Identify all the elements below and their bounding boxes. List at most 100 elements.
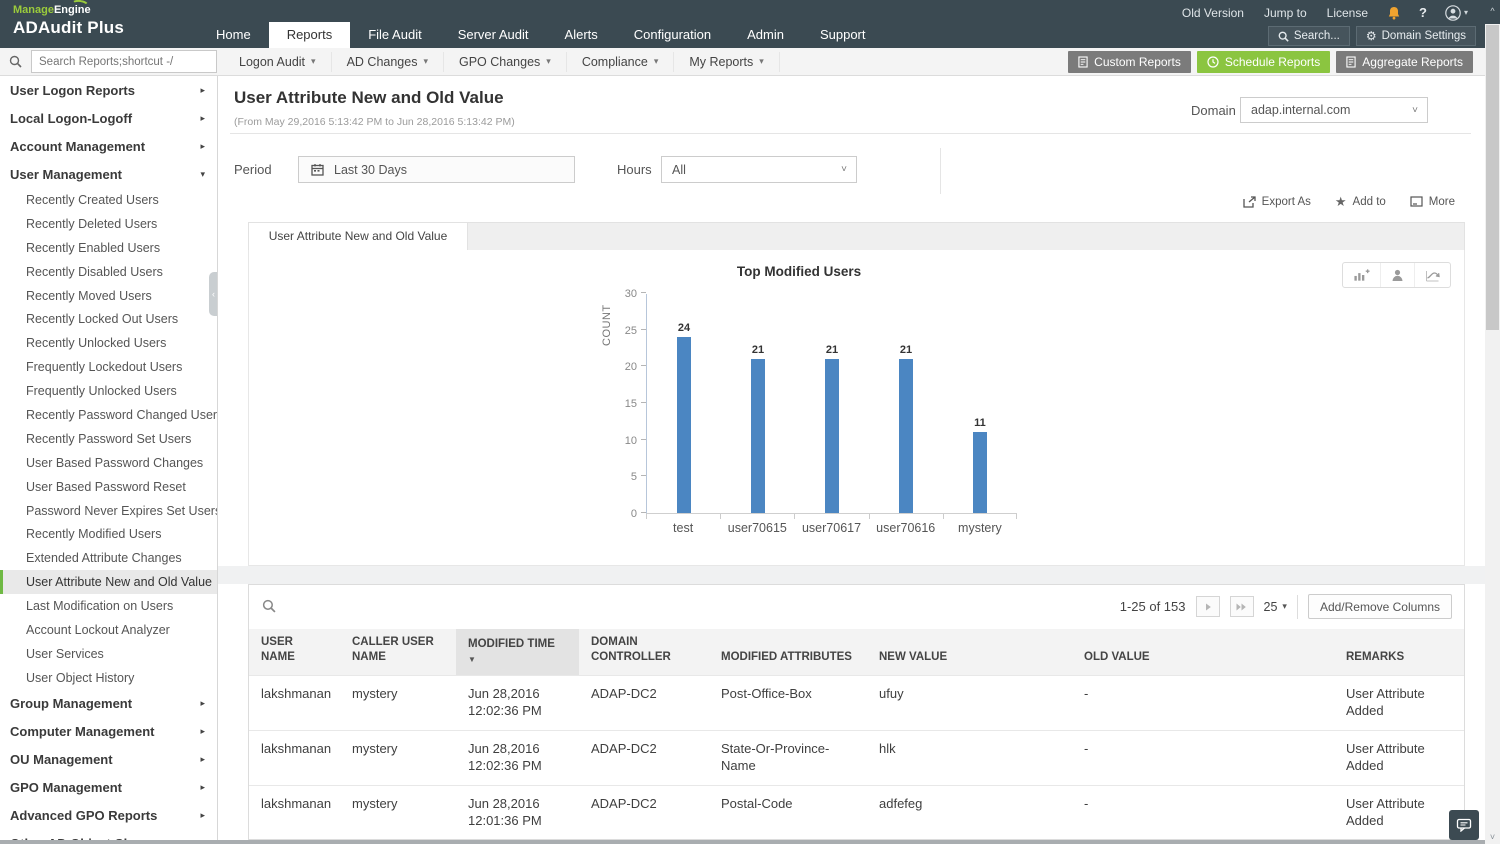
sidebar-item-extended-attribute-changes[interactable]: Extended Attribute Changes — [0, 546, 217, 570]
nav-item-server-audit[interactable]: Server Audit — [440, 22, 547, 48]
sidebar-item-recently-password-set-users[interactable]: Recently Password Set Users — [0, 427, 217, 451]
top-link-license[interactable]: License — [1318, 6, 1377, 20]
search-reports-input[interactable] — [31, 50, 217, 73]
column-header-domain-controller[interactable]: DOMAIN CONTROLLER — [579, 629, 709, 675]
column-header-new-value[interactable]: NEW VALUE — [867, 629, 1072, 675]
custom-reports-button[interactable]: Custom Reports — [1068, 51, 1191, 73]
domain-select[interactable]: adap.internal.com ˅ — [1240, 97, 1428, 123]
tab-user-attribute-new-and-old-value[interactable]: User Attribute New and Old Value — [249, 223, 468, 250]
sidebar-item-recently-deleted-users[interactable]: Recently Deleted Users — [0, 212, 217, 236]
add-to-button[interactable]: ★ Add to — [1335, 195, 1386, 208]
sidebar-item-frequently-unlocked-users[interactable]: Frequently Unlocked Users — [0, 379, 217, 403]
nav-item-reports[interactable]: Reports — [269, 22, 351, 48]
chart-type-icon[interactable] — [1343, 263, 1381, 287]
sidebar-item-last-modification-on-users[interactable]: Last Modification on Users — [0, 594, 217, 618]
domain-settings-button[interactable]: ⚙ Domain Settings — [1356, 26, 1476, 46]
export-as-button[interactable]: Export As — [1243, 195, 1311, 208]
sidebar-item-recently-enabled-users[interactable]: Recently Enabled Users — [0, 236, 217, 260]
chart-refresh-icon[interactable] — [1415, 263, 1450, 287]
nav-item-support[interactable]: Support — [802, 22, 884, 48]
horizontal-scrollbar[interactable] — [0, 840, 1485, 844]
scroll-up-arrow[interactable]: ^ — [1485, 0, 1500, 24]
table-search-icon[interactable] — [262, 599, 276, 613]
notifications-bell-icon[interactable] — [1379, 6, 1409, 20]
sidebar-item-recently-disabled-users[interactable]: Recently Disabled Users — [0, 260, 217, 284]
user-avatar-menu[interactable]: ▾ — [1437, 5, 1476, 21]
sidebar-item-user-attribute-new-and-old-value[interactable]: User Attribute New and Old Value — [0, 570, 217, 594]
menu-logon-audit[interactable]: Logon Audit▾ — [224, 52, 332, 72]
nav-item-admin[interactable]: Admin — [729, 22, 802, 48]
sidebar-item-local-logon-logoff[interactable]: Local Logon-Logoff▸ — [0, 104, 217, 132]
chart-bar-user70615[interactable]: 21 — [721, 294, 795, 513]
top-link-old-version[interactable]: Old Version — [1173, 6, 1253, 20]
sidebar-item-advanced-gpo-reports[interactable]: Advanced GPO Reports▸ — [0, 802, 217, 830]
chart-bar-user70617[interactable]: 21 — [795, 294, 869, 513]
chart-bar-test[interactable]: 24 — [647, 294, 721, 513]
menu-my-reports[interactable]: My Reports▾ — [674, 52, 779, 72]
sidebar-item-account-lockout-analyzer[interactable]: Account Lockout Analyzer — [0, 618, 217, 642]
sidebar-item-password-never-expires-set-users[interactable]: Password Never Expires Set Users — [0, 499, 217, 523]
table-row[interactable]: lakshmananmysteryJun 28,2016 12:02:36 PM… — [249, 675, 1464, 730]
column-header-modified-attributes[interactable]: MODIFIED ATTRIBUTES — [709, 629, 867, 675]
sidebar-item-recently-moved-users[interactable]: Recently Moved Users — [0, 284, 217, 308]
sidebar-item-user-based-password-changes[interactable]: User Based Password Changes — [0, 451, 217, 475]
add-remove-columns-button[interactable]: Add/Remove Columns — [1308, 594, 1452, 619]
last-page-button[interactable] — [1230, 596, 1254, 617]
sidebar-item-user-management[interactable]: User Management▾ — [0, 160, 217, 188]
sidebar-item-user-object-history[interactable]: User Object History — [0, 666, 217, 690]
column-header-user-name[interactable]: USER NAME — [249, 629, 340, 675]
hours-select[interactable]: All ˅ — [661, 156, 857, 183]
column-header-modified-time[interactable]: MODIFIED TIME▼ — [456, 629, 579, 675]
sidebar-item-recently-modified-users[interactable]: Recently Modified Users — [0, 522, 217, 546]
period-picker[interactable]: Last 30 Days — [298, 156, 575, 183]
sidebar-item-label: Recently Moved Users — [26, 289, 152, 303]
help-button[interactable]: ? — [1411, 5, 1435, 20]
aggregate-reports-button[interactable]: Aggregate Reports — [1336, 51, 1473, 73]
nav-item-file-audit[interactable]: File Audit — [350, 22, 439, 48]
menu-ad-changes[interactable]: AD Changes▾ — [332, 52, 444, 72]
sidebar-item-computer-management[interactable]: Computer Management▸ — [0, 718, 217, 746]
cell-remarks: User Attribute Added — [1334, 786, 1464, 840]
chart-bar-user70616[interactable]: 21 — [869, 294, 943, 513]
next-page-button[interactable] — [1196, 596, 1220, 617]
nav-item-alerts[interactable]: Alerts — [547, 22, 616, 48]
chart-user-icon[interactable] — [1381, 263, 1415, 287]
feedback-chat-button[interactable] — [1449, 810, 1479, 840]
menu-compliance[interactable]: Compliance▾ — [567, 52, 675, 72]
column-header-remarks[interactable]: REMARKS — [1334, 629, 1464, 675]
sidebar-item-recently-locked-out-users[interactable]: Recently Locked Out Users — [0, 307, 217, 331]
column-header-caller-user-name[interactable]: CALLER USER NAME — [340, 629, 456, 675]
nav-item-home[interactable]: Home — [198, 22, 269, 48]
domain-label: Domain — [1191, 103, 1236, 118]
nav-item-configuration[interactable]: Configuration — [616, 22, 729, 48]
schedule-reports-button[interactable]: Schedule Reports — [1197, 51, 1330, 73]
sidebar-item-user-logon-reports[interactable]: User Logon Reports▸ — [0, 76, 217, 104]
report-table-panel: 1-25 of 153 25 ▾ Add/Remove Columns USER — [248, 584, 1465, 840]
sidebar-item-other-ad-object-changes[interactable]: Other AD Object Changes▸ — [0, 830, 217, 840]
vertical-scrollbar-thumb[interactable] — [1486, 25, 1499, 330]
sidebar-item-ou-management[interactable]: OU Management▸ — [0, 746, 217, 774]
table-row[interactable]: lakshmananmysteryJun 28,2016 12:01:36 PM… — [249, 785, 1464, 840]
sidebar-item-user-services[interactable]: User Services — [0, 642, 217, 666]
sidebar-item-recently-unlocked-users[interactable]: Recently Unlocked Users — [0, 331, 217, 355]
sidebar-item-frequently-lockedout-users[interactable]: Frequently Lockedout Users — [0, 355, 217, 379]
column-header-old-value[interactable]: OLD VALUE — [1072, 629, 1334, 675]
search-button[interactable]: Search... — [1268, 26, 1350, 46]
scroll-down-arrow[interactable]: ˅ — [1485, 832, 1500, 842]
sidebar-collapse-handle[interactable]: ‹ — [209, 272, 218, 316]
menu-gpo-changes[interactable]: GPO Changes▾ — [444, 52, 567, 72]
page-size-select[interactable]: 25 ▾ — [1264, 600, 1287, 614]
sidebar-item-gpo-management[interactable]: GPO Management▸ — [0, 774, 217, 802]
vertical-scrollbar[interactable]: ^ ˅ — [1485, 0, 1500, 844]
sidebar-item-account-management[interactable]: Account Management▸ — [0, 132, 217, 160]
sidebar-item-group-management[interactable]: Group Management▸ — [0, 690, 217, 718]
more-button[interactable]: More — [1410, 195, 1455, 208]
sidebar-item-recently-password-changed-users[interactable]: Recently Password Changed Users — [0, 403, 217, 427]
sidebar-item-user-based-password-reset[interactable]: User Based Password Reset — [0, 475, 217, 499]
table-row[interactable]: lakshmananmysteryJun 28,2016 12:02:36 PM… — [249, 730, 1464, 785]
top-link-jump-to[interactable]: Jump to — [1255, 6, 1316, 20]
manageengine-logo[interactable]: ManageEngine ADAudit Plus — [13, 4, 124, 38]
chart-bar-mystery[interactable]: 11 — [943, 294, 1017, 513]
arrow-right-icon: ▸ — [200, 726, 205, 737]
sidebar-item-recently-created-users[interactable]: Recently Created Users — [0, 188, 217, 212]
